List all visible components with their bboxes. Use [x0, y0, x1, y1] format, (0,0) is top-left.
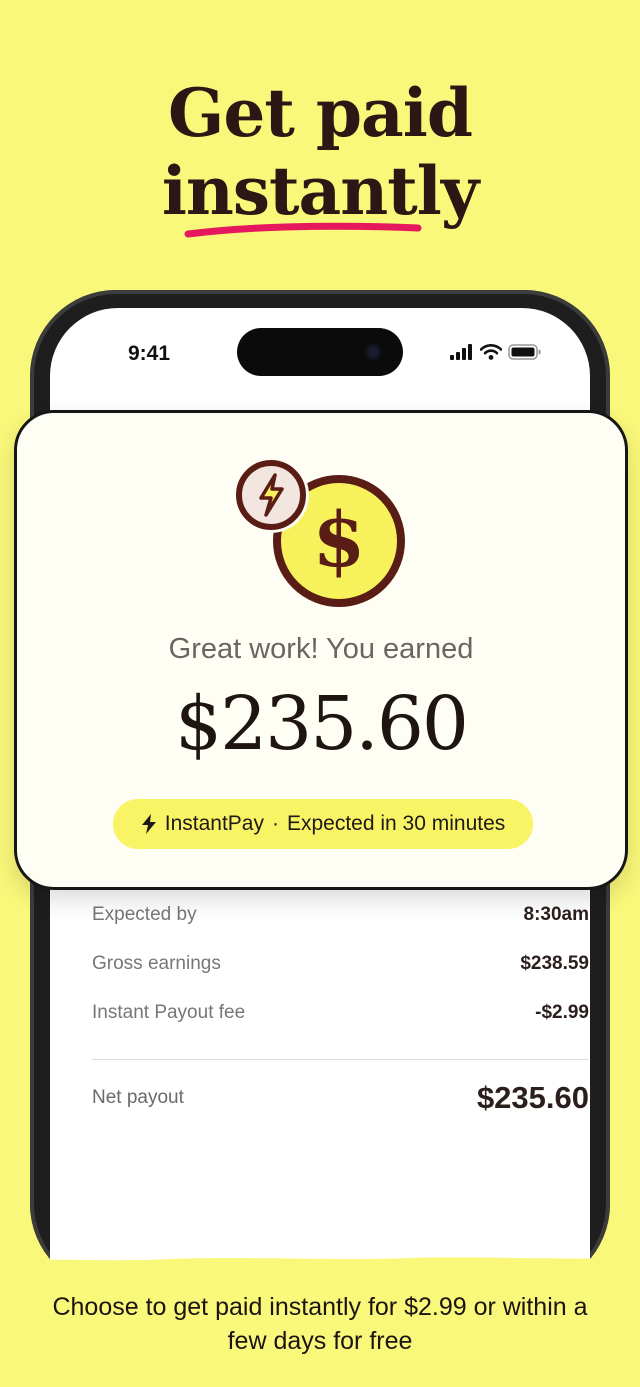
earned-message: Great work! You earned	[168, 633, 474, 665]
instantpay-label: InstantPay	[164, 812, 264, 835]
footer-caption: Choose to get paid instantly for $2.99 o…	[52, 1293, 588, 1355]
detail-row-instant-payout-fee: Instant Payout fee -$2.99	[92, 988, 589, 1037]
dynamic-island	[237, 328, 403, 376]
brush-edge	[0, 1257, 640, 1266]
earnings-card: $ Great work! You earned $235.60 Instant…	[14, 410, 628, 890]
detail-value: $238.59	[520, 952, 589, 974]
detail-row-expected-by: Expected by 8:30am	[92, 890, 589, 939]
lightning-badge-icon	[233, 457, 309, 533]
net-payout-label: Net payout	[92, 1087, 184, 1108]
headline-line-1: Get paid	[168, 74, 473, 152]
dollar-coin-icon: $	[233, 457, 405, 607]
headline-underline	[184, 222, 422, 238]
detail-value: -$2.99	[535, 1001, 589, 1023]
payout-details: Expected by 8:30am Gross earnings $238.5…	[92, 890, 589, 1124]
front-camera	[365, 344, 381, 360]
detail-value: 8:30am	[523, 903, 590, 925]
instantpay-detail: Expected in 30 minutes	[286, 812, 506, 835]
detail-label: Expected by	[92, 903, 197, 925]
instantpay-pill: InstantPay · Expected in 30 minutes	[113, 799, 533, 849]
cellular-signal-icon	[450, 344, 472, 360]
status-icons	[450, 344, 542, 360]
pill-separator: ·	[271, 812, 279, 835]
detail-label: Instant Payout fee	[92, 1001, 246, 1023]
status-time: 9:41	[128, 342, 171, 365]
headline: Get paid instantly	[0, 74, 640, 230]
bolt-icon	[141, 814, 156, 834]
detail-row-gross-earnings: Gross earnings $238.59	[92, 939, 589, 988]
net-payout-value: $235.60	[476, 1080, 589, 1115]
detail-label: Gross earnings	[92, 952, 221, 974]
wifi-icon	[480, 344, 502, 360]
battery-icon	[508, 344, 541, 360]
net-payout-row: Net payout $235.60	[92, 1072, 589, 1124]
svg-text:$: $	[313, 495, 366, 584]
earned-amount: $235.60	[174, 681, 469, 767]
divider	[92, 1059, 589, 1060]
